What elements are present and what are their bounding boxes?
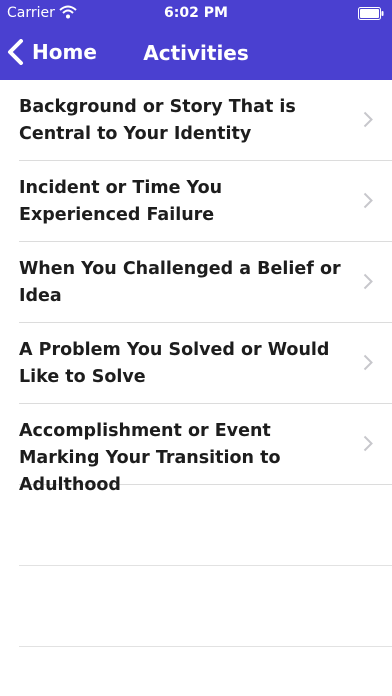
header: Carrier 6:02 PM Home Activities	[0, 0, 392, 80]
list-item-label: A Problem You Solved or Would Like to So…	[19, 340, 330, 387]
list-item-label: When You Challenged a Belief or Idea	[19, 259, 341, 306]
chevron-right-icon	[363, 354, 373, 371]
battery-icon	[358, 7, 384, 20]
chevron-right-icon	[363, 273, 373, 290]
empty-row	[19, 566, 392, 647]
chevron-right-icon	[363, 435, 373, 452]
nav-bar: Home Activities	[0, 28, 392, 80]
list-item-label: Accomplishment or Event Marking Your Tra…	[19, 421, 281, 495]
list-item[interactable]: Background or Story That is Central to Y…	[19, 80, 392, 161]
list-item[interactable]: When You Challenged a Belief or Idea	[19, 242, 392, 323]
list-item[interactable]: A Problem You Solved or Would Like to So…	[19, 323, 392, 404]
list-item[interactable]: Accomplishment or Event Marking Your Tra…	[19, 404, 392, 495]
chevron-right-icon	[363, 111, 373, 128]
list-item-label: Background or Story That is Central to Y…	[19, 97, 296, 144]
chevron-right-icon	[363, 192, 373, 209]
status-time: 6:02 PM	[164, 5, 228, 21]
list-item[interactable]: Incident or Time You Experienced Failure	[19, 161, 392, 242]
page-title: Activities	[143, 41, 249, 65]
list-item-label: Incident or Time You Experienced Failure	[19, 178, 223, 225]
status-bar: Carrier 6:02 PM	[0, 0, 392, 28]
activities-list: Background or Story That is Central to Y…	[0, 80, 392, 647]
